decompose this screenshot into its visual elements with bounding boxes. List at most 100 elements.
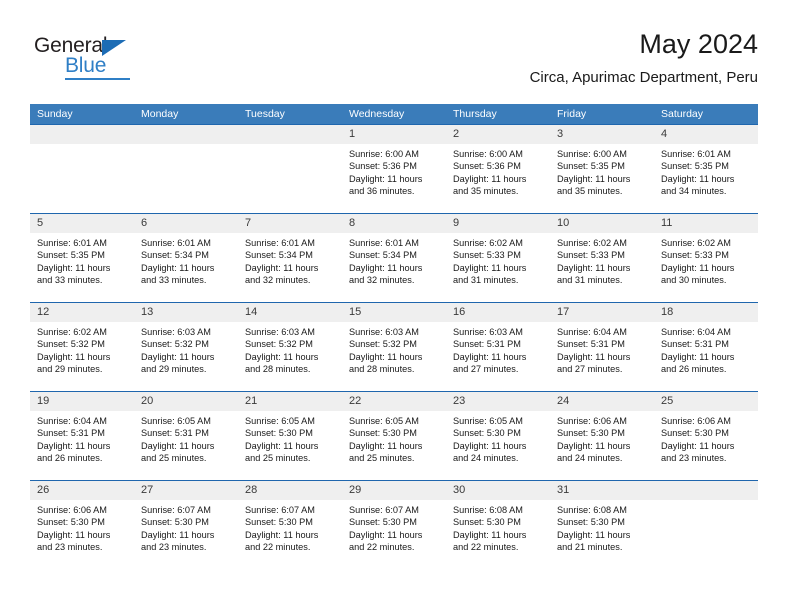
calendar-day-cell-empty xyxy=(134,125,238,213)
day-detail-line: and 26 minutes. xyxy=(661,364,727,375)
calendar-day-cell[interactable]: 9 Sunrise: 6:02 AM Sunset: 5:33 PM Daylight… xyxy=(446,214,550,302)
day-detail-line: Daylight: 11 hours xyxy=(349,529,423,540)
day-detail-line: Sunrise: 6:03 AM xyxy=(453,327,523,337)
day-detail-line: Daylight: 11 hours xyxy=(453,529,527,540)
day-detail-line: Sunrise: 6:01 AM xyxy=(245,238,315,248)
day-details: Sunrise: 6:05 AM Sunset: 5:30 PM Daylight:… xyxy=(446,411,550,465)
calendar-day-cell[interactable]: 6 Sunrise: 6:01 AM Sunset: 5:34 PM Daylight… xyxy=(134,214,238,302)
day-detail-line: Sunset: 5:32 PM xyxy=(141,339,209,350)
day-detail-line: Daylight: 11 hours xyxy=(557,351,631,362)
date-band: 25 xyxy=(654,392,758,411)
calendar-day-cell[interactable]: 19 Sunrise: 6:04 AM Sunset: 5:31 PM Dayligh… xyxy=(30,392,134,480)
calendar-day-cell[interactable]: 21 Sunrise: 6:05 AM Sunset: 5:30 PM Dayligh… xyxy=(238,392,342,480)
day-detail-line: and 24 minutes. xyxy=(557,453,623,464)
day-detail-line: and 22 minutes. xyxy=(453,542,519,553)
calendar-day-cell[interactable]: 1 Sunrise: 6:00 AM Sunset: 5:36 PM Daylight… xyxy=(342,125,446,213)
day-detail-line: Sunrise: 6:05 AM xyxy=(245,416,315,426)
calendar-day-cell[interactable]: 11 Sunrise: 6:02 AM Sunset: 5:33 PM Dayligh… xyxy=(654,214,758,302)
calendar-day-cell[interactable]: 24 Sunrise: 6:06 AM Sunset: 5:30 PM Dayligh… xyxy=(550,392,654,480)
date-band: 30 xyxy=(446,481,550,500)
day-details: Sunrise: 6:01 AM Sunset: 5:35 PM Daylight:… xyxy=(30,233,134,287)
calendar-day-cell[interactable]: 5 Sunrise: 6:01 AM Sunset: 5:35 PM Daylight… xyxy=(30,214,134,302)
calendar-day-cell[interactable]: 25 Sunrise: 6:06 AM Sunset: 5:30 PM Dayligh… xyxy=(654,392,758,480)
day-details: Sunrise: 6:03 AM Sunset: 5:31 PM Daylight:… xyxy=(446,322,550,376)
day-detail-line: Sunset: 5:30 PM xyxy=(661,428,729,439)
calendar-day-cell[interactable]: 14 Sunrise: 6:03 AM Sunset: 5:32 PM Dayligh… xyxy=(238,303,342,391)
day-detail-line: and 28 minutes. xyxy=(245,364,311,375)
calendar-day-cell[interactable]: 31 Sunrise: 6:08 AM Sunset: 5:30 PM Dayligh… xyxy=(550,481,654,569)
day-detail-line: and 32 minutes. xyxy=(245,275,311,286)
general-blue-logo: General Blue xyxy=(34,34,164,86)
date-band: 24 xyxy=(550,392,654,411)
date-band: 6 xyxy=(134,214,238,233)
calendar-day-cell[interactable]: 26 Sunrise: 6:06 AM Sunset: 5:30 PM Dayligh… xyxy=(30,481,134,569)
calendar-day-cell[interactable]: 15 Sunrise: 6:03 AM Sunset: 5:32 PM Dayligh… xyxy=(342,303,446,391)
calendar-day-cell[interactable]: 18 Sunrise: 6:04 AM Sunset: 5:31 PM Dayligh… xyxy=(654,303,758,391)
day-detail-line: Daylight: 11 hours xyxy=(349,262,423,273)
calendar-day-cell[interactable]: 16 Sunrise: 6:03 AM Sunset: 5:31 PM Dayligh… xyxy=(446,303,550,391)
calendar-page: General Blue May 2024 Circa, Apurimac De… xyxy=(0,0,792,612)
calendar-day-cell[interactable]: 4 Sunrise: 6:01 AM Sunset: 5:35 PM Daylight… xyxy=(654,125,758,213)
calendar-day-cell[interactable]: 12 Sunrise: 6:02 AM Sunset: 5:32 PM Dayligh… xyxy=(30,303,134,391)
day-details: Sunrise: 6:05 AM Sunset: 5:30 PM Daylight:… xyxy=(238,411,342,465)
calendar-day-cell[interactable]: 28 Sunrise: 6:07 AM Sunset: 5:30 PM Dayligh… xyxy=(238,481,342,569)
calendar-day-cell[interactable]: 8 Sunrise: 6:01 AM Sunset: 5:34 PM Daylight… xyxy=(342,214,446,302)
day-detail-line: Sunset: 5:34 PM xyxy=(245,250,313,261)
date-band: 10 xyxy=(550,214,654,233)
day-detail-line: and 31 minutes. xyxy=(557,275,623,286)
day-detail-line: Daylight: 11 hours xyxy=(245,262,319,273)
date-band: 13 xyxy=(134,303,238,322)
date-number: 2 xyxy=(453,128,460,140)
calendar-week-row: 19 Sunrise: 6:04 AM Sunset: 5:31 PM Dayligh… xyxy=(30,391,758,480)
day-detail-line: Sunset: 5:30 PM xyxy=(349,517,417,528)
calendar-day-cell[interactable]: 22 Sunrise: 6:05 AM Sunset: 5:30 PM Dayligh… xyxy=(342,392,446,480)
day-detail-line: Daylight: 11 hours xyxy=(661,173,735,184)
date-band: 22 xyxy=(342,392,446,411)
date-number: 7 xyxy=(245,217,252,229)
calendar-day-cell[interactable]: 23 Sunrise: 6:05 AM Sunset: 5:30 PM Dayligh… xyxy=(446,392,550,480)
day-detail-line: Sunset: 5:36 PM xyxy=(453,161,521,172)
day-detail-line: and 24 minutes. xyxy=(453,453,519,464)
calendar-day-cell[interactable]: 30 Sunrise: 6:08 AM Sunset: 5:30 PM Dayligh… xyxy=(446,481,550,569)
date-number: 9 xyxy=(453,217,460,229)
day-detail-line: Sunrise: 6:02 AM xyxy=(453,238,523,248)
calendar-day-cell[interactable]: 10 Sunrise: 6:02 AM Sunset: 5:33 PM Dayligh… xyxy=(550,214,654,302)
calendar-day-cell[interactable]: 27 Sunrise: 6:07 AM Sunset: 5:30 PM Dayligh… xyxy=(134,481,238,569)
page-title: May 2024 xyxy=(639,29,758,59)
date-number: 17 xyxy=(557,306,570,318)
calendar-day-cell[interactable]: 17 Sunrise: 6:04 AM Sunset: 5:31 PM Dayligh… xyxy=(550,303,654,391)
date-band: 11 xyxy=(654,214,758,233)
day-detail-line: and 25 minutes. xyxy=(349,453,415,464)
weekday-header-wednesday: Wednesday xyxy=(349,108,405,120)
weekday-header-thursday: Thursday xyxy=(453,108,497,120)
day-detail-line: Daylight: 11 hours xyxy=(349,173,423,184)
day-detail-line: Sunrise: 6:01 AM xyxy=(661,149,731,159)
day-details: Sunrise: 6:08 AM Sunset: 5:30 PM Daylight:… xyxy=(550,500,654,554)
day-detail-line: and 34 minutes. xyxy=(661,186,727,197)
date-number: 13 xyxy=(141,306,154,318)
date-band: 9 xyxy=(446,214,550,233)
date-number: 16 xyxy=(453,306,466,318)
date-band: 16 xyxy=(446,303,550,322)
calendar-day-cell[interactable]: 13 Sunrise: 6:03 AM Sunset: 5:32 PM Dayligh… xyxy=(134,303,238,391)
calendar-day-cell[interactable]: 2 Sunrise: 6:00 AM Sunset: 5:36 PM Daylight… xyxy=(446,125,550,213)
day-detail-line: Sunset: 5:35 PM xyxy=(37,250,105,261)
date-band: 2 xyxy=(446,125,550,144)
weekday-header-saturday: Saturday xyxy=(661,108,704,120)
calendar-day-cell[interactable]: 29 Sunrise: 6:07 AM Sunset: 5:30 PM Dayligh… xyxy=(342,481,446,569)
day-details: Sunrise: 6:07 AM Sunset: 5:30 PM Daylight:… xyxy=(134,500,238,554)
day-details: Sunrise: 6:04 AM Sunset: 5:31 PM Daylight:… xyxy=(654,322,758,376)
weekday-header-tuesday: Tuesday xyxy=(245,108,285,120)
calendar-day-cell[interactable]: 20 Sunrise: 6:05 AM Sunset: 5:31 PM Dayligh… xyxy=(134,392,238,480)
weekday-header-sunday: Sunday xyxy=(37,108,73,120)
date-band xyxy=(134,125,238,144)
day-detail-line: Sunrise: 6:05 AM xyxy=(453,416,523,426)
day-detail-line: Sunrise: 6:02 AM xyxy=(37,327,107,337)
day-detail-line: Sunrise: 6:01 AM xyxy=(349,238,419,248)
day-detail-line: Daylight: 11 hours xyxy=(141,262,215,273)
day-detail-line: Sunrise: 6:04 AM xyxy=(661,327,731,337)
day-detail-line: Sunrise: 6:06 AM xyxy=(661,416,731,426)
calendar-day-cell[interactable]: 3 Sunrise: 6:00 AM Sunset: 5:35 PM Daylight… xyxy=(550,125,654,213)
day-detail-line: Sunset: 5:33 PM xyxy=(661,250,729,261)
calendar-day-cell[interactable]: 7 Sunrise: 6:01 AM Sunset: 5:34 PM Daylight… xyxy=(238,214,342,302)
